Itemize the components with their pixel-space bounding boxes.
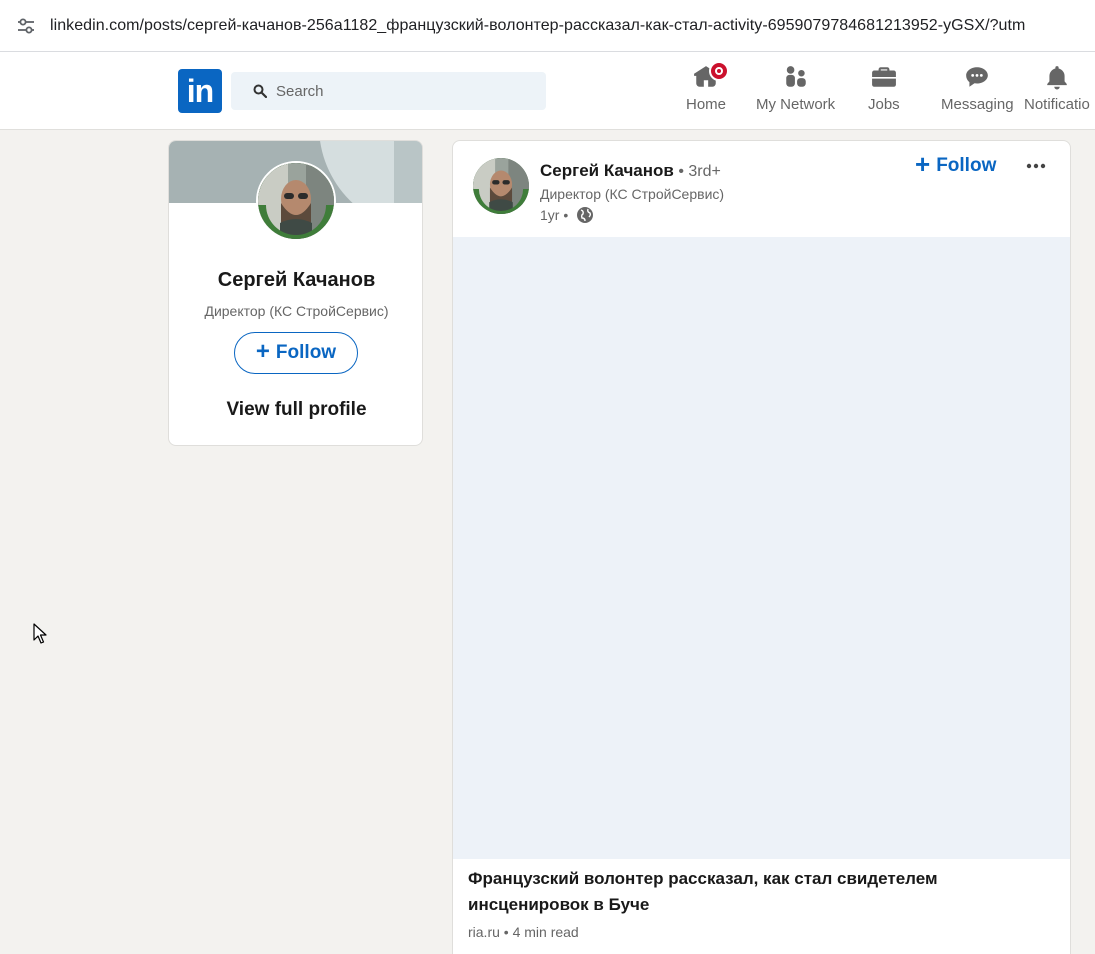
globe-icon (576, 206, 594, 224)
chat-bubble-icon (964, 64, 990, 90)
mouse-cursor-icon (33, 623, 47, 645)
profile-headline: Директор (КС СтройСервис) (204, 303, 389, 319)
home-icon (693, 61, 729, 90)
nav-item-home[interactable]: Home (686, 61, 729, 118)
site-settings-icon[interactable] (16, 16, 36, 36)
author-headline: Директор (КС СтройСервис) (540, 186, 725, 202)
nav-label: Messaging (941, 96, 1014, 113)
profile-name[interactable]: Сергей Качанов (169, 269, 422, 292)
more-options-icon[interactable] (1025, 155, 1047, 177)
global-nav: in Home My Network (0, 52, 1095, 130)
linkedin-logo[interactable]: in (178, 69, 222, 113)
nav-label: Home (686, 96, 727, 113)
nav-label: Jobs (868, 96, 900, 113)
post-card: Сергей Качанов • 3rd+ Директор (КС Строй… (452, 140, 1071, 954)
profile-card: Сергей Качанов Директор (КС СтройСервис)… (168, 140, 423, 446)
post-author[interactable]: Сергей Качанов • 3rd+ (540, 161, 721, 181)
post-follow-button[interactable]: + Follow (915, 149, 997, 179)
author-avatar[interactable] (473, 158, 529, 214)
time-ago: 1yr • (540, 207, 569, 223)
view-full-profile-link[interactable]: View full profile (169, 399, 422, 421)
plus-icon: + (915, 149, 931, 179)
article-title[interactable]: Французский волонтер рассказал, как стал… (468, 866, 1028, 918)
follow-label: Follow (275, 342, 337, 363)
nav-item-jobs[interactable]: Jobs (868, 64, 900, 118)
people-icon (783, 64, 809, 90)
nav-item-my-network[interactable]: My Network (756, 64, 835, 118)
nav-item-notifications[interactable]: Notificatio (1024, 64, 1090, 118)
profile-avatar[interactable] (256, 161, 336, 241)
post-timestamp: 1yr • (540, 206, 594, 224)
search-input[interactable] (276, 82, 526, 100)
nav-label: Notificatio (1024, 96, 1090, 113)
search-box[interactable] (231, 72, 546, 110)
url-text[interactable]: linkedin.com/posts/сергей-качанов-256a11… (50, 17, 1090, 35)
briefcase-icon (871, 64, 897, 90)
bell-icon (1044, 64, 1070, 90)
article-meta: ria.ru • 4 min read (468, 924, 579, 940)
nav-label: My Network (756, 96, 836, 113)
author-name: Сергей Качанов (540, 161, 674, 180)
browser-address-bar[interactable]: linkedin.com/posts/сергей-качанов-256a11… (0, 0, 1095, 52)
article-image-placeholder[interactable] (453, 237, 1070, 859)
search-icon (252, 83, 268, 99)
follow-button[interactable]: + Follow (234, 332, 358, 374)
connection-degree: • 3rd+ (673, 163, 721, 180)
follow-label: Follow (936, 154, 997, 176)
nav-item-messaging[interactable]: Messaging (941, 64, 1014, 118)
notification-badge (709, 61, 729, 81)
plus-icon: + (255, 337, 270, 365)
